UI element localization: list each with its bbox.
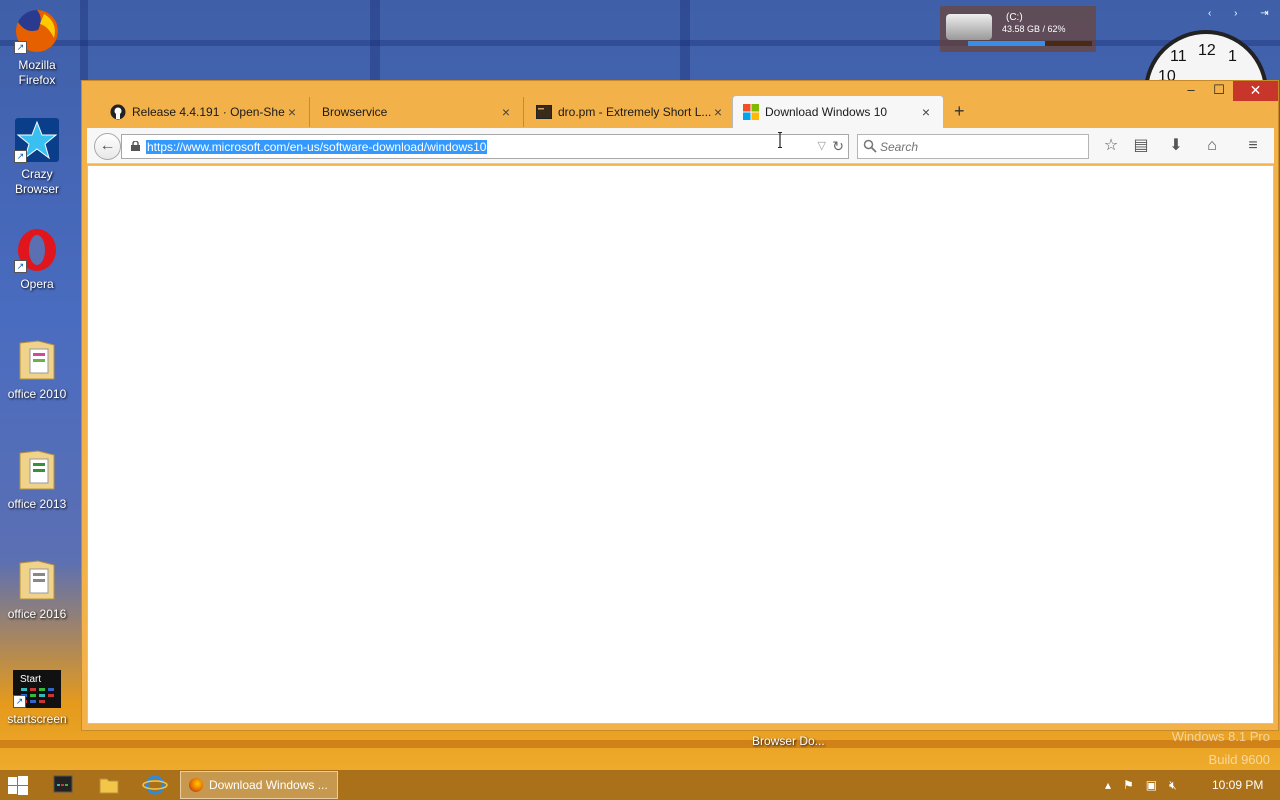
- tab-dro-pm[interactable]: dro.pm - Extremely Short L... ×: [526, 97, 736, 127]
- url-history-dropdown-icon[interactable]: ▽: [818, 139, 826, 152]
- menu-icon[interactable]: ≡: [1243, 136, 1263, 156]
- start-app-icon[interactable]: [48, 774, 78, 796]
- show-hidden-icons[interactable]: ▴: [1105, 778, 1111, 792]
- navigation-toolbar: ← https://www.microsoft.com/en-us/softwa…: [87, 128, 1274, 164]
- page-content[interactable]: [87, 165, 1274, 724]
- maximize-button[interactable]: ☐: [1205, 81, 1233, 101]
- tab-title: dro.pm - Extremely Short L...: [558, 105, 711, 119]
- back-button[interactable]: ←: [94, 133, 121, 160]
- tab-title: Release 4.4.191 · Open-Shel...: [132, 105, 285, 119]
- internet-explorer-icon[interactable]: [140, 774, 170, 796]
- taskbar-clock[interactable]: 10:09 PM: [1212, 778, 1263, 792]
- tab-browservice[interactable]: Browservice ×: [312, 97, 524, 127]
- clock-number: 11: [1170, 48, 1187, 65]
- close-window-button[interactable]: ✕: [1233, 81, 1278, 101]
- desktop-icon-label: office 2010: [7, 387, 67, 401]
- drive-usage-bar: [968, 41, 1092, 46]
- windows-watermark-build: Build 9600: [1208, 752, 1270, 767]
- firefox-icon: [189, 778, 203, 792]
- file-explorer-icon[interactable]: [94, 774, 124, 796]
- taskbar: Download Windows ... ▴ ⚑ ▣ 🔇︎ 10:09 PM: [0, 770, 1280, 800]
- desktop-icon-label: office 2013: [7, 497, 67, 511]
- tab-release-open-shell[interactable]: Release 4.4.191 · Open-Shel... ×: [100, 97, 310, 127]
- clock-number: 1: [1228, 48, 1237, 65]
- github-icon: [110, 104, 126, 120]
- folder-icon: [14, 447, 60, 493]
- opera-icon: ↗: [14, 227, 60, 273]
- desktop-icon-label: startscreen: [7, 712, 67, 726]
- desktop-icon-firefox[interactable]: ↗ Mozilla Firefox: [0, 8, 74, 88]
- folder-icon: [14, 337, 60, 383]
- search-bar[interactable]: [857, 134, 1089, 159]
- system-tray: ▴ ⚑ ▣ 🔇︎: [1105, 775, 1189, 795]
- url-text[interactable]: https://www.microsoft.com/en-us/software…: [146, 140, 488, 154]
- close-tab-icon[interactable]: ×: [919, 104, 933, 120]
- taskbar-firefox-task[interactable]: Download Windows ...: [180, 771, 338, 799]
- desktop-icon-crazy-browser[interactable]: ↗ Crazy Browser: [0, 117, 74, 197]
- start-button[interactable]: [8, 776, 28, 796]
- home-icon[interactable]: ⌂: [1202, 136, 1222, 156]
- volume-muted-icon[interactable]: 🔇︎: [1169, 778, 1177, 793]
- hard-drive-icon: [946, 14, 992, 40]
- drive-usage-fill: [968, 41, 1045, 46]
- taskbar-task-label: Download Windows ...: [209, 778, 328, 792]
- desktop-icon-startscreen[interactable]: Start ↗ startscreen: [0, 670, 74, 727]
- action-center-icon[interactable]: ⚑: [1123, 778, 1134, 792]
- shortcut-arrow-icon: ↗: [14, 260, 27, 273]
- tab-title: Download Windows 10: [765, 105, 888, 119]
- back-arrow-icon: ←: [99, 137, 116, 154]
- close-tab-icon[interactable]: ×: [499, 104, 513, 120]
- desktop-icon-label: Crazy Browser: [14, 167, 59, 196]
- lock-icon: [131, 141, 140, 151]
- startscreen-overlay-text: Start: [20, 674, 42, 685]
- desktop-icon-label: Opera: [20, 277, 54, 291]
- close-tab-icon[interactable]: ×: [711, 104, 725, 120]
- network-icon[interactable]: ▣: [1146, 778, 1157, 792]
- shortcut-arrow-icon: ↗: [13, 695, 26, 708]
- reading-list-icon[interactable]: ▤: [1131, 136, 1151, 156]
- drive-usage: 43.58 GB / 62%: [1002, 24, 1066, 34]
- terminal-icon: [536, 105, 552, 119]
- desktop-icon-office-2016[interactable]: office 2016: [0, 557, 74, 622]
- search-icon: [863, 139, 877, 153]
- tab-strip: Release 4.4.191 · Open-Shel... × Browser…: [100, 95, 1200, 128]
- startscreen-icon: Start ↗: [13, 670, 61, 708]
- drive-gadget[interactable]: (C:) 43.58 GB / 62%: [940, 6, 1096, 52]
- desktop-icon-label: Mozilla Firefox: [18, 58, 56, 87]
- reload-icon[interactable]: ↻: [832, 138, 844, 155]
- microsoft-icon: [743, 104, 759, 120]
- bookmark-star-icon[interactable]: ☆: [1101, 136, 1121, 156]
- firefox-icon: ↗: [14, 8, 60, 54]
- desktop-shortcut-label[interactable]: Browser Do...: [752, 734, 825, 748]
- new-tab-button[interactable]: +: [954, 101, 965, 122]
- download-icon[interactable]: ⬇: [1166, 136, 1186, 156]
- clock-number: 12: [1198, 42, 1216, 59]
- search-input[interactable]: [880, 138, 1080, 156]
- desktop-icon-office-2010[interactable]: office 2010: [0, 337, 74, 402]
- drive-letter: (C:): [1006, 12, 1023, 23]
- url-bar[interactable]: https://www.microsoft.com/en-us/software…: [121, 134, 849, 159]
- windows-watermark-edition: Windows 8.1 Pro: [1171, 729, 1270, 744]
- gadget-controls[interactable]: ‹ › ⇥: [1208, 8, 1279, 19]
- wallpaper-stripe: [0, 740, 1280, 748]
- desktop-icon-opera[interactable]: ↗ Opera: [0, 227, 74, 292]
- close-tab-icon[interactable]: ×: [285, 104, 299, 120]
- crazy-browser-icon: ↗: [14, 117, 60, 163]
- text-cursor-icon: [778, 132, 782, 148]
- folder-icon: [14, 557, 60, 603]
- shortcut-arrow-icon: ↗: [14, 41, 27, 54]
- tab-title: Browservice: [322, 105, 388, 119]
- desktop-icon-label: office 2016: [7, 607, 67, 621]
- tab-download-windows-10[interactable]: Download Windows 10 ×: [732, 95, 944, 128]
- shortcut-arrow-icon: ↗: [14, 150, 27, 163]
- browser-window[interactable]: – ☐ ✕ Release 4.4.191 · Open-Shel... × B…: [81, 80, 1279, 731]
- desktop-icon-office-2013[interactable]: office 2013: [0, 447, 74, 512]
